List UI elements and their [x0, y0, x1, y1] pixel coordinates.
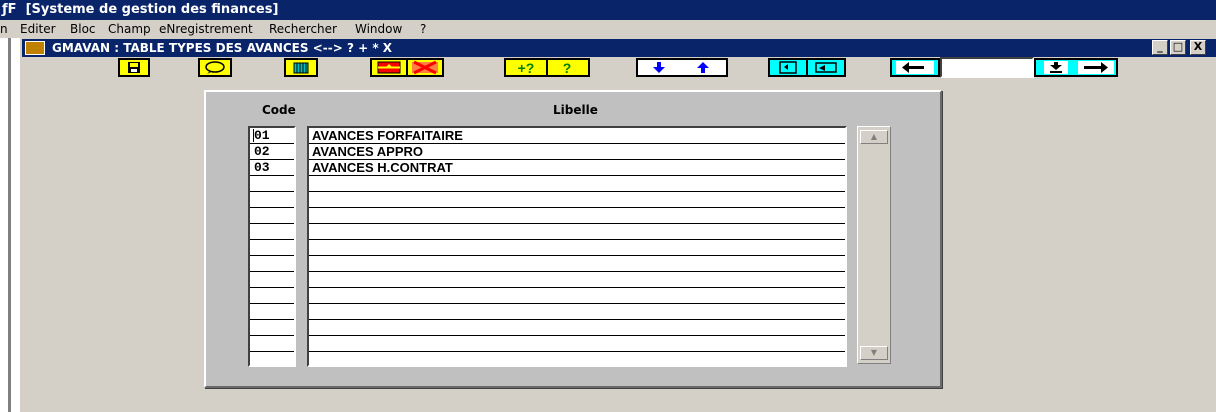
libelle-cell[interactable]: AVANCES APPRO — [309, 144, 845, 160]
libelle-cell[interactable] — [309, 176, 845, 192]
insert-record-button[interactable] — [372, 60, 406, 75]
delete-icon — [412, 60, 438, 75]
code-cell[interactable] — [250, 352, 294, 368]
floppy-icon — [120, 60, 148, 75]
menu-item-help[interactable]: ? — [420, 20, 426, 38]
libelle-cell[interactable] — [309, 192, 845, 208]
libelle-cell[interactable] — [309, 208, 845, 224]
question-icon: ? — [563, 60, 572, 76]
libelle-cell[interactable] — [309, 256, 845, 272]
code-cell[interactable]: 02 — [250, 144, 294, 160]
libelle-cell[interactable] — [309, 288, 845, 304]
mdi-left-edge — [0, 38, 20, 412]
arrow-down-icon — [653, 61, 665, 74]
column-header-libelle: Libelle — [553, 103, 598, 117]
insert-icon — [377, 61, 401, 74]
grid-icon — [286, 60, 316, 75]
column-header-code: Code — [262, 103, 296, 117]
menu-item-rechercher[interactable]: Rechercher — [269, 20, 337, 38]
scroll-up-button[interactable]: ▲ — [860, 130, 888, 144]
libelle-cell[interactable]: AVANCES H.CONTRAT — [309, 160, 845, 176]
arrow-right-icon — [1078, 61, 1114, 74]
code-cell[interactable] — [250, 272, 294, 288]
code-cell[interactable]: 03 — [250, 160, 294, 176]
arrow-left-icon — [892, 60, 938, 75]
record-nav-group — [636, 58, 728, 77]
menu-item-enregistrement[interactable]: eNregistrement — [159, 20, 253, 38]
svg-text:?: ? — [563, 60, 572, 75]
exit-button[interactable] — [198, 58, 232, 77]
code-cell[interactable] — [250, 224, 294, 240]
refresh-icon — [779, 61, 797, 74]
next-block-button[interactable] — [1076, 60, 1116, 75]
block-nav-group — [1034, 58, 1118, 77]
menu-bar: n Editer Bloc Champ eNregistrement Reche… — [0, 20, 1216, 38]
menu-item-fichier[interactable]: n — [0, 20, 8, 38]
refresh-button[interactable] — [770, 60, 806, 75]
last-record-button[interactable] — [1036, 60, 1076, 75]
code-column: 01 02 03 — [248, 126, 296, 367]
app-title-bar: ƒF [Systeme de gestion des finances] — [0, 0, 1216, 20]
previous-block-button[interactable] — [890, 58, 940, 77]
query-enter-icon: +? — [518, 60, 535, 76]
mdi-divider — [8, 38, 11, 412]
code-cell[interactable] — [250, 256, 294, 272]
libelle-cell[interactable] — [309, 240, 845, 256]
code-cell[interactable] — [250, 176, 294, 192]
query-execute-button[interactable]: ? — [548, 60, 588, 76]
code-cell[interactable] — [250, 320, 294, 336]
text-cursor — [253, 129, 254, 142]
next-record-button[interactable] — [638, 60, 682, 75]
menu-item-bloc[interactable]: Bloc — [70, 20, 96, 38]
code-cell[interactable] — [250, 288, 294, 304]
libelle-cell[interactable]: AVANCES FORFAITAIRE — [309, 128, 845, 144]
print-button[interactable] — [808, 60, 844, 75]
code-cell[interactable] — [250, 208, 294, 224]
speech-icon — [200, 60, 230, 75]
save-button[interactable] — [118, 58, 150, 77]
arrow-up-icon — [697, 62, 709, 73]
libelle-cell[interactable] — [309, 336, 845, 352]
libelle-cell[interactable] — [309, 352, 845, 368]
query-enter-button[interactable]: +? — [506, 60, 546, 76]
menu-item-champ[interactable]: Champ — [108, 20, 151, 38]
code-cell[interactable] — [250, 304, 294, 320]
menu-item-editer[interactable]: Editer — [20, 20, 56, 38]
code-cell[interactable] — [250, 240, 294, 256]
previous-record-button[interactable] — [682, 60, 726, 75]
query-group: +? ? — [504, 58, 590, 77]
record-number-input[interactable] — [940, 57, 1034, 78]
maximize-button[interactable]: □ — [1170, 40, 1186, 55]
code-cell[interactable] — [250, 192, 294, 208]
delete-record-button[interactable] — [408, 60, 442, 75]
code-cell[interactable] — [250, 336, 294, 352]
code-cell[interactable]: 01 — [250, 128, 294, 144]
form-title: GMAVAN : TABLE TYPES DES AVANCES <--> ? … — [52, 41, 393, 55]
libelle-cell[interactable] — [309, 304, 845, 320]
libelle-column: AVANCES FORFAITAIRE AVANCES APPRO AVANCE… — [307, 126, 847, 367]
libelle-cell[interactable] — [309, 272, 845, 288]
scroll-down-button[interactable]: ▼ — [860, 346, 888, 360]
svg-text:+?: +? — [518, 60, 535, 75]
close-button[interactable]: X — [1190, 40, 1206, 55]
toolbar: +? ? — [22, 57, 1216, 79]
record-edit-group — [370, 58, 444, 77]
form-window-icon — [25, 41, 45, 55]
arrow-bottom-icon — [1044, 61, 1068, 74]
minimize-button[interactable]: _ — [1152, 40, 1168, 55]
print-icon — [815, 62, 837, 73]
libelle-cell[interactable] — [309, 224, 845, 240]
menu-item-window[interactable]: Window — [355, 20, 402, 38]
list-button[interactable] — [284, 58, 318, 77]
libelle-cell[interactable] — [309, 320, 845, 336]
form-title-bar: GMAVAN : TABLE TYPES DES AVANCES <--> ? … — [22, 39, 1216, 57]
vertical-scrollbar[interactable]: ▲ ▼ — [857, 126, 891, 364]
utility-group — [768, 58, 846, 77]
